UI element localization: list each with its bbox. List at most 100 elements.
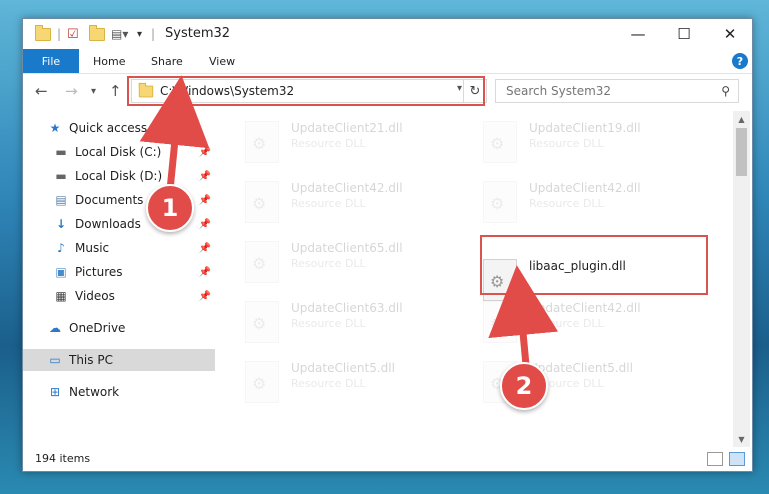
nav-label: Downloads <box>75 217 141 231</box>
file-name: UpdateClient63.dll <box>291 301 403 315</box>
file-name: UpdateClient5.dll <box>291 361 395 375</box>
file-name: UpdateClient21.dll <box>291 121 403 135</box>
vertical-scrollbar[interactable]: ▲ ▼ <box>733 111 750 447</box>
nav-pictures[interactable]: ▣ Pictures 📌 <box>53 261 215 283</box>
quick-access-folder-icon[interactable] <box>35 24 51 43</box>
large-icons-view-icon[interactable] <box>729 452 745 466</box>
nav-label: Documents <box>75 193 144 207</box>
file-type: Resource DLL <box>291 257 366 270</box>
drive-icon: ▬ <box>55 145 67 159</box>
toolbar-dropdown-icon[interactable]: ▾ <box>137 25 142 43</box>
pin-icon[interactable]: 📌 <box>199 195 211 206</box>
up-icon[interactable]: ↑ <box>109 82 122 100</box>
separator: | <box>151 27 156 41</box>
file-item[interactable]: ⚙ UpdateClient19.dll Resource DLL <box>483 119 703 169</box>
file-type: Resource DLL <box>291 377 366 390</box>
file-name: UpdateClient19.dll <box>529 121 641 135</box>
window-title: System32 <box>165 26 231 41</box>
pin-icon[interactable]: 📌 <box>199 219 211 230</box>
search-input[interactable] <box>504 83 708 99</box>
tab-home[interactable]: Home <box>93 49 125 73</box>
nav-label: Local Disk (C:) <box>75 145 162 159</box>
item-count: 194 items <box>35 452 91 465</box>
properties-icon[interactable]: ☑ <box>67 25 79 43</box>
file-highlight-box <box>480 235 708 295</box>
minimize-button[interactable]: — <box>615 19 661 49</box>
title-bar: | ☑ ▤▾ ▾ | System32 — ☐ ✕ <box>23 19 752 49</box>
dll-file-icon: ⚙ <box>245 121 279 163</box>
step-2-marker: 2 <box>500 362 548 410</box>
file-item[interactable]: ⚙ UpdateClient42.dll Resource DLL <box>483 299 703 349</box>
file-item[interactable]: ⚙ UpdateClient65.dll Resource DLL <box>245 239 465 289</box>
file-name: UpdateClient65.dll <box>291 241 403 255</box>
recent-locations-icon[interactable]: ▾ <box>91 86 96 97</box>
nav-videos[interactable]: ▦ Videos 📌 <box>53 285 215 307</box>
scroll-up-icon[interactable]: ▲ <box>733 111 750 127</box>
dll-file-icon: ⚙ <box>483 121 517 163</box>
file-type: Resource DLL <box>529 317 604 330</box>
nav-local-disk-c[interactable]: ▬ Local Disk (C:) 📌 <box>53 141 215 163</box>
nav-music[interactable]: ♪ Music 📌 <box>53 237 215 259</box>
pin-icon[interactable]: 📌 <box>199 171 211 182</box>
cloud-icon: ☁ <box>49 321 61 335</box>
network-icon: ⊞ <box>49 385 61 399</box>
dll-file-icon: ⚙ <box>245 241 279 283</box>
tab-share[interactable]: Share <box>151 49 183 73</box>
search-box[interactable]: ⚲ <box>495 79 739 103</box>
nav-label: Local Disk (D:) <box>75 169 163 183</box>
scroll-down-icon[interactable]: ▼ <box>733 431 750 447</box>
pin-icon[interactable]: 📌 <box>199 291 211 302</box>
tab-view[interactable]: View <box>209 49 235 73</box>
scroll-thumb[interactable] <box>736 128 747 176</box>
nav-label: Quick access <box>69 121 148 135</box>
address-highlight-box <box>127 76 485 106</box>
ribbon-tabs: File Home Share View ? <box>23 49 752 74</box>
file-item[interactable]: ⚙ UpdateClient21.dll Resource DLL <box>245 119 465 169</box>
pictures-icon: ▣ <box>55 265 67 279</box>
dll-file-icon: ⚙ <box>245 181 279 223</box>
file-item[interactable]: ⚙ UpdateClient42.dll Resource DLL <box>483 179 703 229</box>
help-icon[interactable]: ? <box>732 53 748 69</box>
file-item[interactable]: ⚙ UpdateClient42.dll Resource DLL <box>245 179 465 229</box>
file-name: UpdateClient42.dll <box>529 181 641 195</box>
nav-label: Music <box>75 241 110 255</box>
computer-icon: ▭ <box>49 353 61 367</box>
separator: | <box>57 27 62 41</box>
details-view-icon[interactable] <box>707 452 723 466</box>
navigation-pane: ★ Quick access ▬ Local Disk (C:) 📌 ▬ Loc… <box>23 111 219 441</box>
maximize-button[interactable]: ☐ <box>661 19 707 49</box>
nav-this-pc[interactable]: ▭ This PC <box>23 349 215 371</box>
downloads-icon: ↓ <box>55 217 67 231</box>
back-icon[interactable]: ← <box>35 82 48 100</box>
pin-icon[interactable]: 📌 <box>199 267 211 278</box>
tab-file[interactable]: File <box>23 49 79 73</box>
step-1-marker: 1 <box>146 184 194 232</box>
file-type: Resource DLL <box>529 137 604 150</box>
search-icon[interactable]: ⚲ <box>721 84 730 98</box>
file-type: Resource DLL <box>291 137 366 150</box>
forward-icon[interactable]: → <box>65 82 78 100</box>
close-button[interactable]: ✕ <box>707 19 753 49</box>
navigation-bar: ← → ▾ ↑ C:\Windows\System32 ▾ ↻ ⚲ <box>23 74 752 108</box>
file-item[interactable]: ⚙ UpdateClient63.dll Resource DLL <box>245 299 465 349</box>
file-type: Resource DLL <box>291 197 366 210</box>
nav-label: Videos <box>75 289 115 303</box>
pin-icon[interactable]: 📌 <box>199 243 211 254</box>
nav-local-disk-d[interactable]: ▬ Local Disk (D:) 📌 <box>53 165 215 187</box>
nav-network[interactable]: ⊞ Network <box>47 381 215 403</box>
drive-icon: ▬ <box>55 169 67 183</box>
customize-toolbar-icon[interactable]: ▤▾ <box>111 25 128 43</box>
nav-quick-access[interactable]: ★ Quick access <box>47 117 215 139</box>
file-type: Resource DLL <box>529 197 604 210</box>
pin-icon[interactable]: 📌 <box>199 147 211 158</box>
file-item[interactable]: ⚙ UpdateClient5.dll Resource DLL <box>245 359 465 409</box>
nav-onedrive[interactable]: ☁ OneDrive <box>47 317 215 339</box>
star-icon: ★ <box>49 121 61 135</box>
nav-label: Network <box>69 385 120 399</box>
dll-file-icon: ⚙ <box>483 301 517 343</box>
status-bar: 194 items <box>23 447 752 471</box>
documents-icon: ▤ <box>55 193 67 207</box>
new-folder-icon[interactable] <box>89 24 105 43</box>
dll-file-icon: ⚙ <box>483 181 517 223</box>
file-type: Resource DLL <box>291 317 366 330</box>
